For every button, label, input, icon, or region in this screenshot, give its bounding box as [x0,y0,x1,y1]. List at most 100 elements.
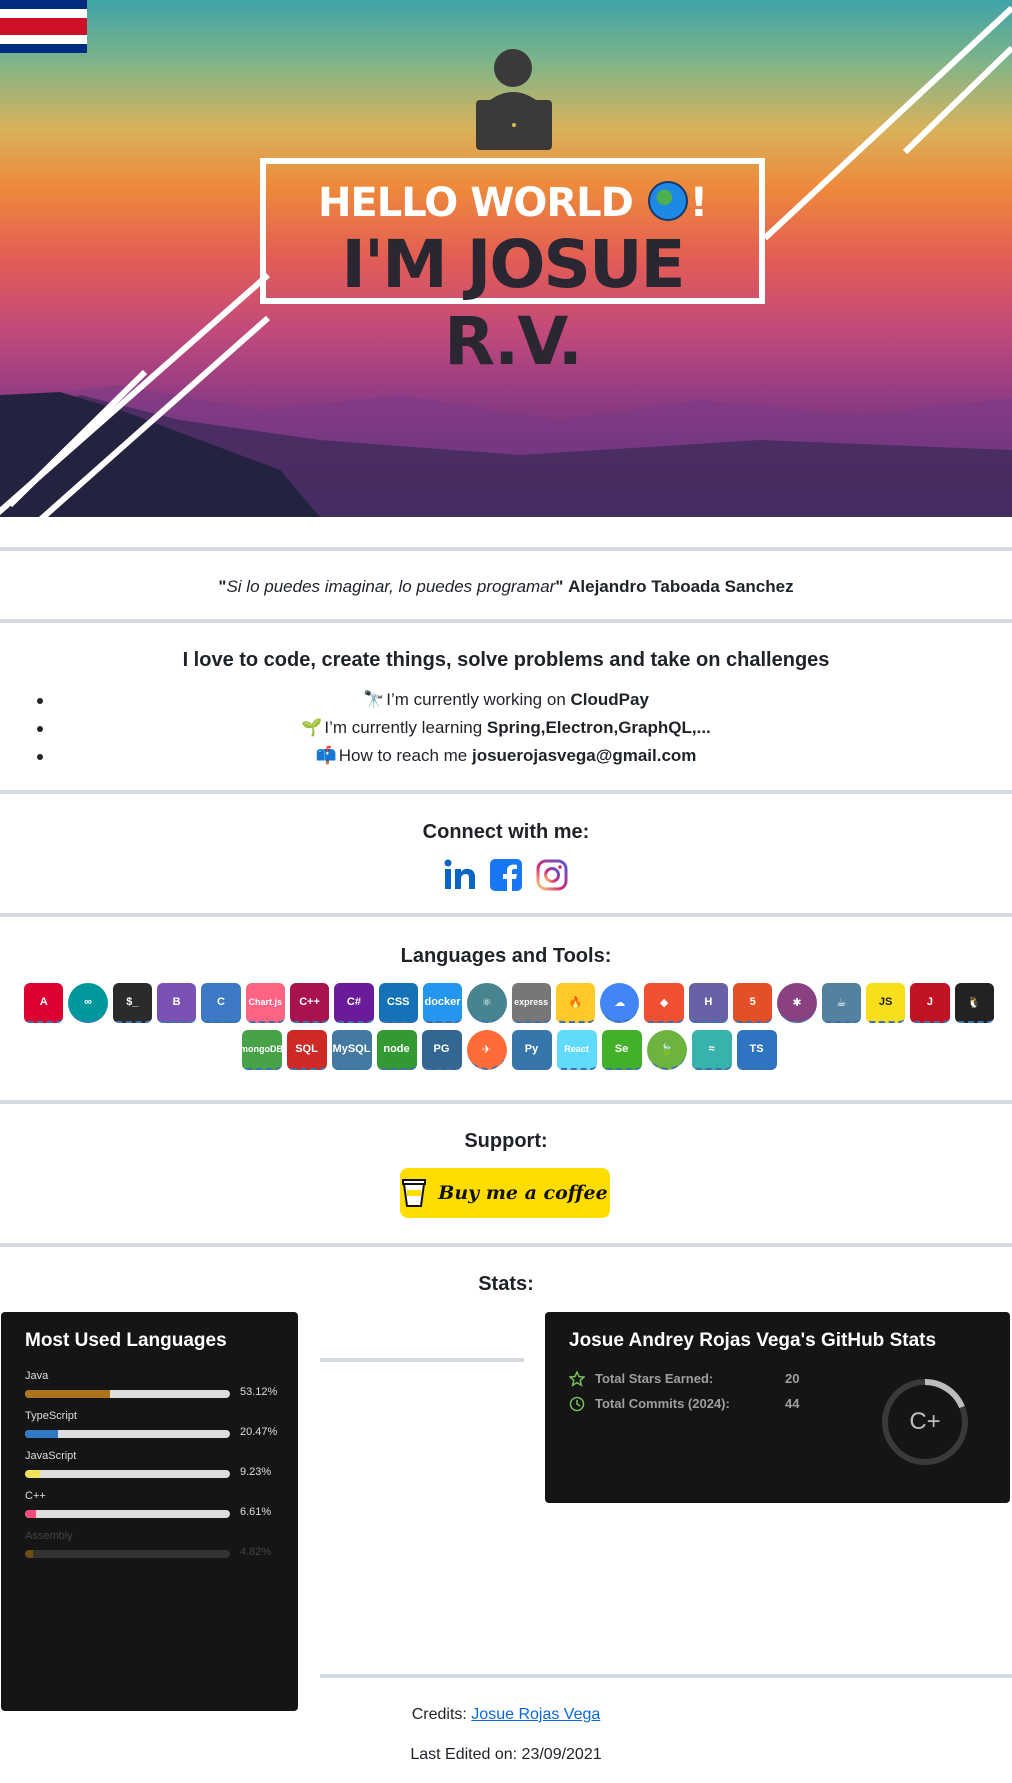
name-heading: I'M JOSUE R.V. [341,226,685,380]
credits-link[interactable]: Josue Rojas Vega [471,1706,600,1723]
divider [320,1358,524,1362]
language-row: TypeScript 20.47% [25,1410,285,1442]
cplusplus-icon[interactable]: C++ [289,983,330,1023]
language-percent: 9.23% [240,1466,272,1478]
language-bar [25,1550,230,1558]
most-used-languages-card[interactable]: Most Used Languages Java 53.12% TypeScript… [1,1312,298,1711]
language-name: JavaScript [25,1450,77,1462]
quote: "Si lo puedes imaginar, lo puedes progra… [218,577,794,596]
selenium-icon[interactable]: Se [601,1030,642,1070]
seedling-icon: 🌱 [301,718,323,737]
language-bar [25,1390,230,1398]
language-bar-fill [25,1510,36,1518]
bootstrap-icon[interactable]: B [157,983,197,1023]
linkedin-icon[interactable] [443,858,477,892]
coffee-cup-icon [402,1179,427,1207]
grade-label: C+ [909,1408,941,1435]
instagram-icon[interactable] [535,858,569,892]
tools-heading: Languages and Tools: [400,945,612,967]
css3-icon[interactable]: CSS [378,983,418,1023]
stats-heading: Stats: [478,1273,534,1295]
electron-icon[interactable]: ⚛ [467,983,507,1023]
docker-icon[interactable]: docker [422,983,463,1023]
heroku-icon[interactable]: H [688,983,729,1023]
facebook-icon[interactable] [489,858,523,892]
html5-icon[interactable]: 5 [733,983,773,1023]
express-icon[interactable]: express [511,983,551,1023]
language-name: Java [25,1370,49,1382]
list-item: 📫 How to reach me josuerojasvega@gmail.co… [0,744,1012,772]
language-row: Java 53.12% [25,1370,285,1402]
tailwind-icon[interactable]: ≈ [691,1030,732,1070]
stars-count: 20 [785,1371,800,1386]
divider [0,619,1012,623]
last-edited: Last Edited on: 23/09/2021 [410,1746,602,1763]
hello-heading: HELLO WORLD ! [317,180,708,226]
buy-me-a-coffee-button[interactable]: Buy me a coffee [400,1168,610,1218]
react-icon[interactable]: React [556,1030,597,1070]
mssql-icon[interactable]: SQL [286,1030,327,1070]
globe-icon [647,181,688,221]
history-icon [569,1396,585,1412]
angular-icon[interactable]: A [24,983,64,1023]
python-icon[interactable]: Py [511,1030,552,1070]
firebase-icon[interactable]: 🔥 [555,983,596,1023]
c-icon[interactable]: C [201,983,241,1023]
language-name: C++ [25,1490,46,1502]
divider [0,1100,1012,1104]
mailbox-icon: 📫 [315,746,337,765]
jasmine-icon[interactable]: ✱ [777,983,817,1023]
language-row: C++ 6.61% [25,1490,285,1522]
quote-author: Alejandro Taboada Sanchez [568,577,794,596]
language-bar-fill [25,1390,111,1398]
language-bar [25,1510,230,1518]
git-icon[interactable]: ◆ [644,983,684,1023]
linux-icon[interactable]: 🐧 [954,983,994,1023]
tools-row: A ∞ $_ B C Chart.js C++ C# CSS docker ⚛ express 🔥 ☁ ◆ H… [24,983,994,1023]
telescope-icon: 🔭 [363,690,385,709]
spring-icon[interactable]: 🍃 [646,1030,687,1070]
jest-icon[interactable]: J [910,983,950,1023]
support-heading: Support: [464,1130,548,1152]
credits: Credits: Josue Rojas Vega [411,1706,601,1723]
java-icon[interactable]: ☕ [821,983,861,1023]
commits-count: 44 [785,1396,800,1411]
stat-stars: Total Stars Earned: 20 [569,1371,829,1389]
github-stats-card[interactable]: Josue Andrey Rojas Vega's GitHub Stats T… [545,1312,1010,1503]
language-row: Assembly 4.82% [25,1530,285,1562]
social-links [443,858,573,894]
language-bar-fill [25,1550,33,1558]
card-title: Most Used Languages [25,1330,227,1351]
arduino-icon[interactable]: ∞ [68,983,108,1023]
postman-icon[interactable]: ✈ [466,1030,507,1070]
divider [0,1243,1012,1247]
language-bar [25,1430,230,1438]
mysql-icon[interactable]: MySQL [331,1030,372,1070]
language-name: TypeScript [25,1410,77,1422]
postgresql-icon[interactable]: PG [421,1030,462,1070]
language-bar-fill [25,1470,40,1478]
typescript-icon[interactable]: TS [736,1030,777,1070]
gcp-icon[interactable]: ☁ [600,983,640,1023]
connect-heading: Connect with me: [422,821,590,843]
developer-icon [476,49,552,150]
language-percent: 53.12% [240,1386,278,1398]
javascript-icon[interactable]: JS [866,983,906,1023]
costa-rica-flag-icon [0,0,87,53]
language-name: Assembly [25,1530,73,1542]
bash-icon[interactable]: $_ [112,983,152,1023]
chartjs-icon[interactable]: Chart.js [245,983,285,1023]
stat-commits: Total Commits (2024): 44 [569,1396,829,1414]
divider [0,913,1012,917]
intro-list: 🔭 I’m currently working on CloudPay 🌱 I’m … [0,688,1012,772]
header-banner: HELLO WORLD ! I'M JOSUE R.V. [0,0,1012,517]
nodejs-icon[interactable]: node [376,1030,417,1070]
language-row: JavaScript 9.23% [25,1450,285,1482]
language-bar [25,1470,230,1478]
csharp-icon[interactable]: C# [334,983,374,1023]
language-percent: 20.47% [240,1426,278,1438]
divider [0,790,1012,794]
tools-row: mongoDB SQL MySQL node PG ✈ Py React Se 🍃 ≈ TS [24,1030,994,1070]
hello-box: HELLO WORLD ! I'M JOSUE R.V. [260,158,765,380]
mongodb-icon[interactable]: mongoDB [240,1030,283,1070]
